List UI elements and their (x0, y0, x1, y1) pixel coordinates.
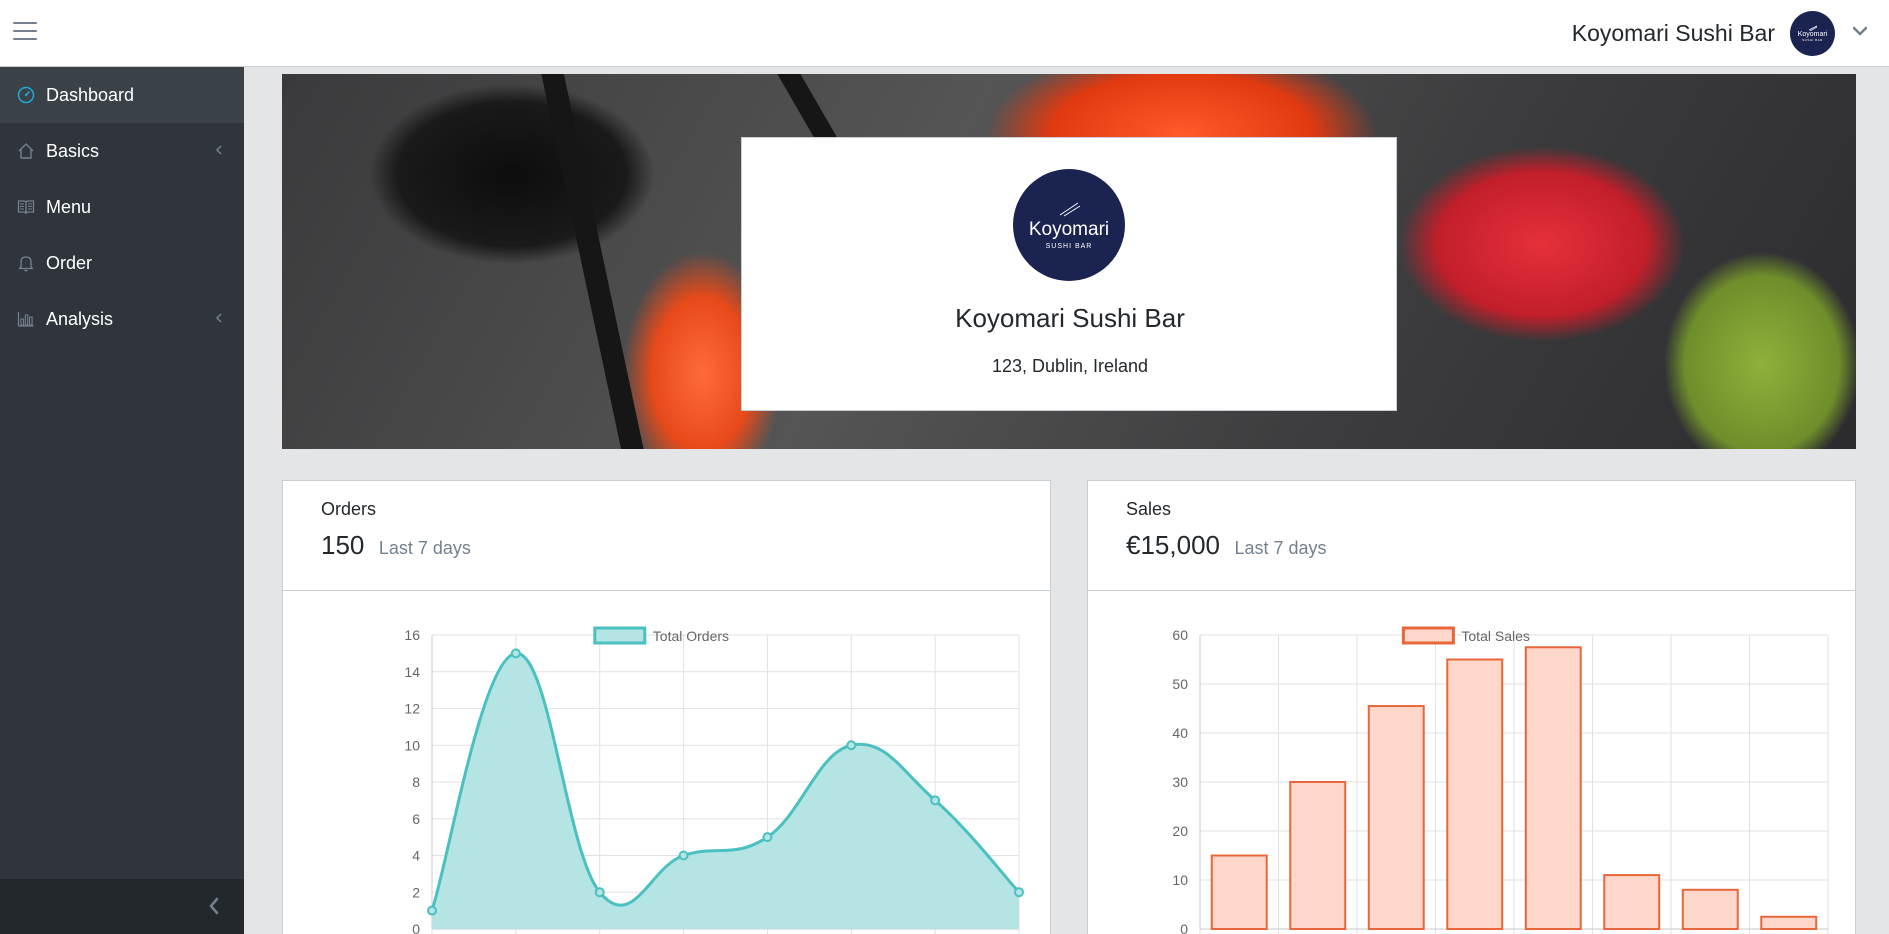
chevron-left-icon (215, 145, 222, 155)
y-tick-label: 20 (1172, 823, 1188, 839)
sales-bar (1760, 915, 1818, 930)
sales-period: Last 7 days (1234, 538, 1327, 558)
restaurant-info-card: Koyomari SUSHI BAR Koyomari Sushi Bar 12… (741, 137, 1397, 411)
sales-bar (1210, 854, 1268, 930)
chopstick-shape (538, 74, 648, 449)
speedometer-icon (16, 85, 36, 105)
sidebar-item-basics[interactable]: Basics (0, 123, 244, 179)
chevron-down-icon[interactable] (1853, 26, 1867, 36)
y-tick-label: 50 (1172, 676, 1188, 692)
top-navbar: Koyomari Sushi Bar Koyomari SUSHI BAR (0, 0, 1889, 67)
sales-chart: 0 10 20 30 40 50 60 Total Sales (1172, 626, 1829, 934)
orders-data-point (594, 887, 605, 898)
sidebar-item-label: Basics (46, 140, 100, 161)
home-icon (16, 141, 36, 161)
restaurant-name: Koyomari Sushi Bar (955, 303, 1185, 333)
sidebar-item-analysis[interactable]: Analysis (0, 291, 244, 347)
sales-bar (1289, 781, 1347, 930)
legend-label: Total Orders (653, 628, 729, 644)
sales-amount: €15,000 (1126, 530, 1220, 560)
restaurant-address: 123, Dublin, Ireland (991, 356, 1149, 376)
sales-card-title: Sales (1126, 499, 1172, 519)
y-tick-label: 4 (412, 848, 420, 864)
orders-data-point (1014, 887, 1024, 898)
sidebar-item-menu[interactable]: Menu (0, 179, 244, 235)
avatar-logo-subtext: SUSHI BAR (1802, 38, 1823, 42)
orders-area-fill (432, 653, 1019, 929)
y-tick-label: 14 (404, 664, 420, 680)
y-tick-label: 16 (404, 627, 420, 643)
y-tick-label: 30 (1172, 774, 1188, 790)
orders-count: 150 (321, 530, 365, 560)
sales-bar (1603, 874, 1661, 931)
book-icon (16, 197, 36, 217)
sidebar-item-order[interactable]: Order (0, 235, 244, 291)
orders-card-title: Orders (321, 499, 377, 519)
y-tick-label: 0 (1180, 921, 1188, 934)
orders-card-header: Orders 150 Last 7 days (283, 481, 1050, 591)
orders-data-point (846, 740, 857, 751)
y-tick-label: 40 (1172, 725, 1188, 741)
orders-data-point (930, 795, 941, 806)
logo-text: Koyomari (1028, 218, 1110, 240)
restaurant-banner-image: Koyomari SUSHI BAR Koyomari Sushi Bar 12… (282, 74, 1856, 449)
sidebar-toggle-icon[interactable] (13, 22, 37, 42)
orders-data-point (762, 832, 773, 843)
y-tick-label: 10 (1172, 872, 1188, 888)
restaurant-logo: Koyomari SUSHI BAR (1013, 169, 1125, 281)
sidebar-minimizer[interactable] (0, 879, 244, 934)
logo-subtext: SUSHI BAR (1045, 242, 1093, 250)
avatar[interactable]: Koyomari SUSHI BAR (1790, 11, 1835, 56)
y-tick-label: 60 (1172, 627, 1188, 643)
sidebar: Dashboard Basics Menu Order Analysis (0, 67, 244, 934)
bell-icon (16, 253, 36, 273)
sales-card-header: Sales €15,000 Last 7 days (1088, 481, 1855, 591)
bar-chart-icon (16, 309, 36, 329)
header-brand-name: Koyomari Sushi Bar (1571, 20, 1775, 46)
y-tick-label: 12 (404, 701, 420, 717)
sidebar-item-label: Menu (46, 196, 92, 217)
y-tick-label: 8 (412, 774, 420, 790)
chopsticks-icon (1059, 202, 1081, 216)
orders-period: Last 7 days (378, 538, 471, 558)
y-tick-label: 2 (412, 884, 420, 900)
sales-bar (1524, 646, 1582, 930)
orders-chart: 0 2 4 6 8 10 12 14 16 Total Orders (404, 626, 1024, 934)
y-tick-label: 6 (412, 811, 420, 827)
legend-swatch (1401, 626, 1455, 645)
sidebar-item-label: Dashboard (46, 84, 135, 105)
y-tick-label: 0 (412, 921, 420, 934)
chevron-left-icon (215, 313, 222, 323)
legend-label: Total Sales (1461, 628, 1529, 644)
orders-card: Orders 150 Last 7 days 0 2 4 6 8 10 12 14 16 Tota… (282, 480, 1051, 934)
sidebar-item-label: Analysis (46, 308, 114, 329)
orders-data-point (427, 905, 437, 916)
sales-bar (1367, 705, 1425, 930)
sales-bar (1446, 658, 1504, 930)
sidebar-item-dashboard[interactable]: Dashboard (0, 67, 244, 123)
orders-data-point (678, 850, 689, 861)
chevron-left-icon (209, 897, 219, 915)
orders-data-point (510, 648, 521, 659)
sales-card: Sales €15,000 Last 7 days 0 10 20 30 40 50 60 T… (1087, 480, 1856, 934)
legend-swatch (593, 626, 647, 645)
avatar-logo-text: Koyomari (1797, 31, 1828, 38)
sidebar-item-label: Order (46, 252, 93, 273)
sales-bar (1681, 888, 1739, 930)
y-tick-label: 10 (404, 737, 420, 753)
